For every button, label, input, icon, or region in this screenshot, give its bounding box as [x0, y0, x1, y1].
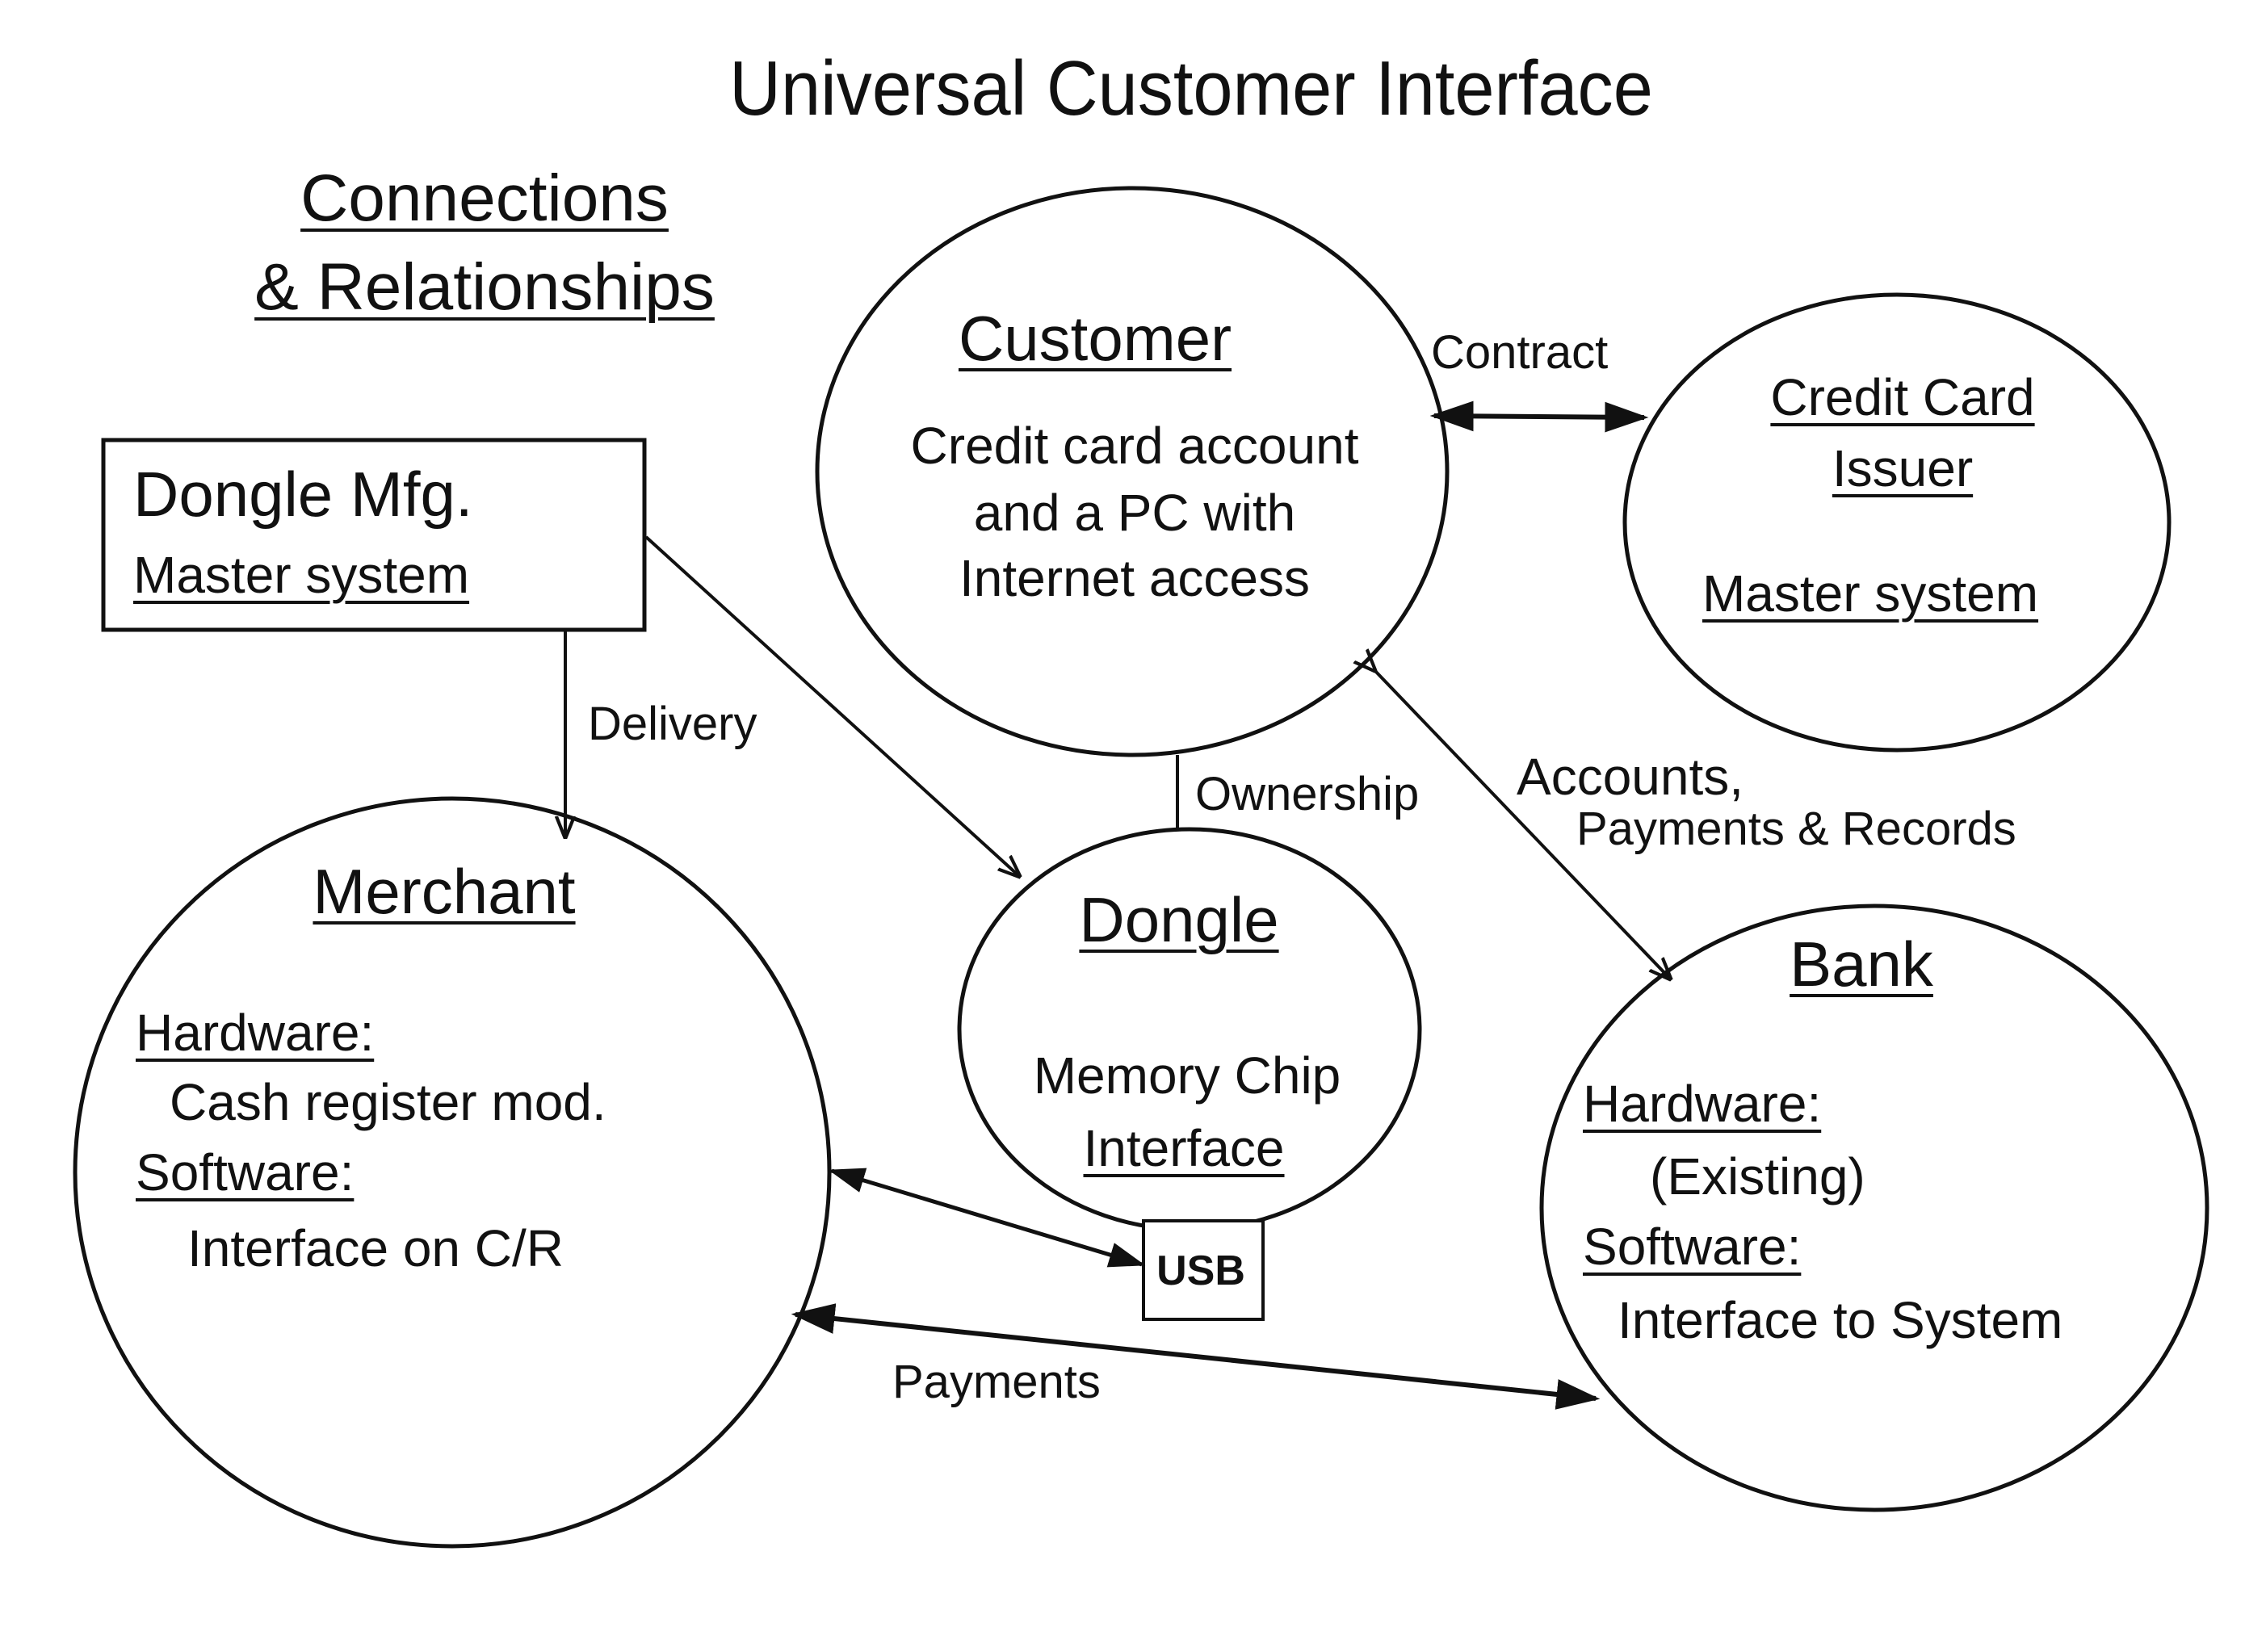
- usb-port-label: USB: [1156, 1247, 1245, 1294]
- delivery-label: Delivery: [588, 698, 757, 750]
- accounts-label-line1: Accounts,: [1517, 748, 1744, 806]
- dongle-mfg-name: Dongle Mfg.: [133, 459, 473, 530]
- credit-card-issuer-detail: Master system: [1702, 564, 2039, 623]
- dongle-line2: Interface: [1083, 1119, 1285, 1177]
- customer-line-3: Internet access: [959, 549, 1310, 607]
- customer-line-1: Credit card account: [910, 417, 1359, 475]
- subtitle-line2: & Relationships: [254, 250, 715, 324]
- contract-label: Contract: [1431, 326, 1609, 379]
- customer-line-2: and a PC with: [973, 484, 1296, 542]
- merchant-hardware-label: Hardware:: [136, 1004, 375, 1062]
- dongle-mfg-detail: Master system: [133, 546, 470, 604]
- dongle-name: Dongle: [1079, 884, 1279, 955]
- accounts-label-line2: Payments & Records: [1576, 803, 2016, 855]
- merchant-hardware-value: Cash register mod.: [170, 1073, 606, 1131]
- page-title: Universal Customer Interface: [729, 45, 1653, 132]
- payments-label: Payments: [892, 1356, 1101, 1408]
- bank-software-value: Interface to System: [1618, 1291, 2063, 1349]
- credit-card-issuer-name-line1: Credit Card: [1770, 368, 2035, 426]
- subtitle-line1: Connections: [300, 161, 669, 235]
- credit-card-issuer-circle: [1622, 292, 2172, 753]
- merchant-name: Merchant: [313, 856, 576, 927]
- credit-card-issuer-name-line2: Issuer: [1832, 439, 1974, 497]
- merchant-software-label: Software:: [136, 1143, 355, 1201]
- merchant-software-value: Interface on C/R: [187, 1219, 564, 1277]
- bank-hardware-value: (Existing): [1650, 1147, 1865, 1205]
- bank-software-label: Software:: [1583, 1218, 1802, 1276]
- dongle-line1: Memory Chip: [1033, 1046, 1341, 1105]
- bank-hardware-label: Hardware:: [1583, 1075, 1822, 1133]
- bank-name: Bank: [1790, 929, 1933, 1000]
- ownership-label: Ownership: [1195, 768, 1420, 820]
- contract-arrow: [1429, 400, 1649, 433]
- customer-name: Customer: [958, 303, 1232, 374]
- merchant-usb-arrow: [828, 1168, 1146, 1268]
